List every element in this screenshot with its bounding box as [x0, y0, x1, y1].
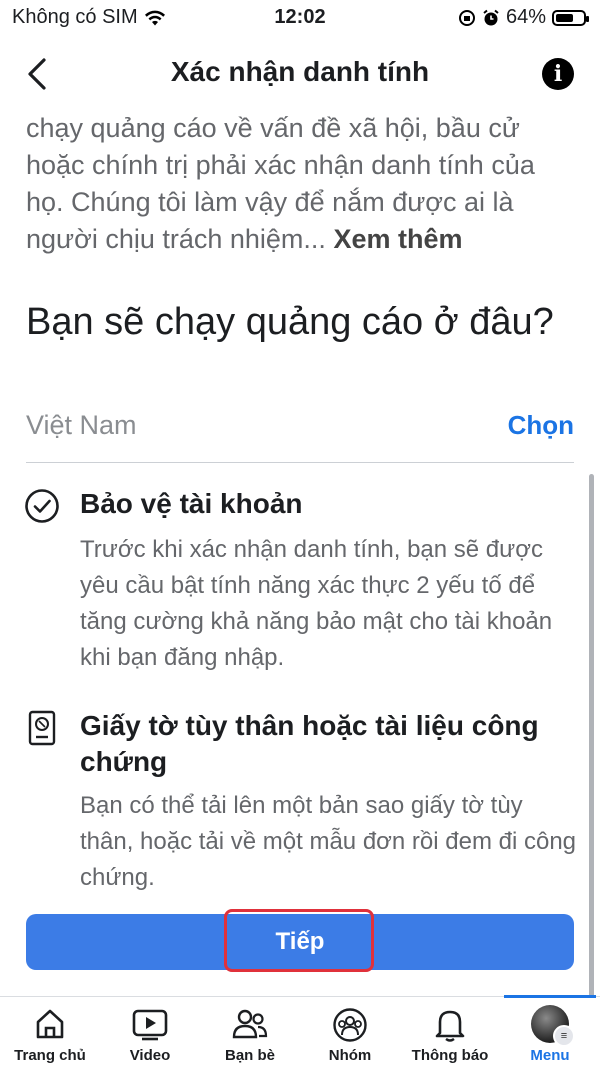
bottom-tab-bar: Trang chủ Video Bạn bè Nhóm Thông báo ≡ …: [0, 995, 600, 1068]
section-description: Bạn có thể tải lên một bản sao giấy tờ t…: [80, 792, 577, 891]
country-value: Việt Nam: [26, 410, 137, 440]
location-question: Bạn sẽ chạy quảng cáo ở đâu?: [26, 301, 554, 343]
tab-video[interactable]: Video: [100, 997, 200, 1068]
section-description: Trước khi xác nhận danh tính, bạn sẽ đượ…: [80, 536, 553, 671]
tab-label: Bạn bè: [224, 1047, 275, 1064]
section-title: Bảo vệ tài khoản: [80, 488, 303, 519]
id-document-icon: [28, 710, 56, 746]
alarm-icon: [483, 9, 499, 25]
intro-paragraph: chạy quảng cáo về vấn đề xã hội, bầu cử …: [26, 110, 576, 258]
tab-label: Menu: [530, 1047, 570, 1064]
friends-icon: [232, 1009, 268, 1039]
tab-label: Trang chủ: [14, 1047, 86, 1064]
choose-country-link[interactable]: Chọn: [508, 410, 574, 441]
video-icon: [132, 1009, 168, 1041]
battery-fill: [556, 13, 573, 22]
battery-percent: 64%: [505, 6, 546, 28]
navigation-header: Xác nhận danh tính i: [0, 36, 600, 110]
scrollbar[interactable]: [589, 474, 594, 995]
section-title: Giấy tờ tùy thân hoặc tài liệu công chứn…: [80, 710, 539, 777]
avatar: ≡: [531, 1005, 575, 1047]
divider: [26, 462, 574, 463]
tab-groups[interactable]: Nhóm: [300, 997, 400, 1068]
bell-icon: [435, 1010, 465, 1042]
status-right: 64%: [458, 6, 589, 29]
home-icon: [36, 1009, 64, 1039]
tab-notifications[interactable]: Thông báo: [400, 997, 500, 1068]
groups-icon: [333, 1008, 367, 1042]
status-bar: Không có SIM 12:02 64%: [0, 0, 600, 34]
menu-icon: ≡: [553, 1025, 575, 1047]
tab-label: Nhóm: [328, 1047, 372, 1064]
continue-button[interactable]: Tiếp: [26, 914, 574, 970]
tab-label: Thông báo: [411, 1047, 489, 1064]
battery-icon: [552, 9, 589, 26]
page-title: Xác nhận danh tính: [170, 56, 430, 87]
tab-label: Video: [129, 1047, 171, 1064]
tab-friends[interactable]: Bạn bè: [200, 997, 300, 1068]
see-more-link[interactable]: Xem thêm: [333, 224, 462, 254]
check-circle-icon: [25, 489, 59, 523]
main-content: chạy quảng cáo về vấn đề xã hội, bầu cử …: [0, 110, 600, 995]
orientation-lock-icon: [458, 9, 475, 26]
tab-menu[interactable]: ≡ Menu: [500, 997, 600, 1068]
info-icon[interactable]: i: [542, 58, 574, 90]
tab-home[interactable]: Trang chủ: [0, 997, 100, 1068]
